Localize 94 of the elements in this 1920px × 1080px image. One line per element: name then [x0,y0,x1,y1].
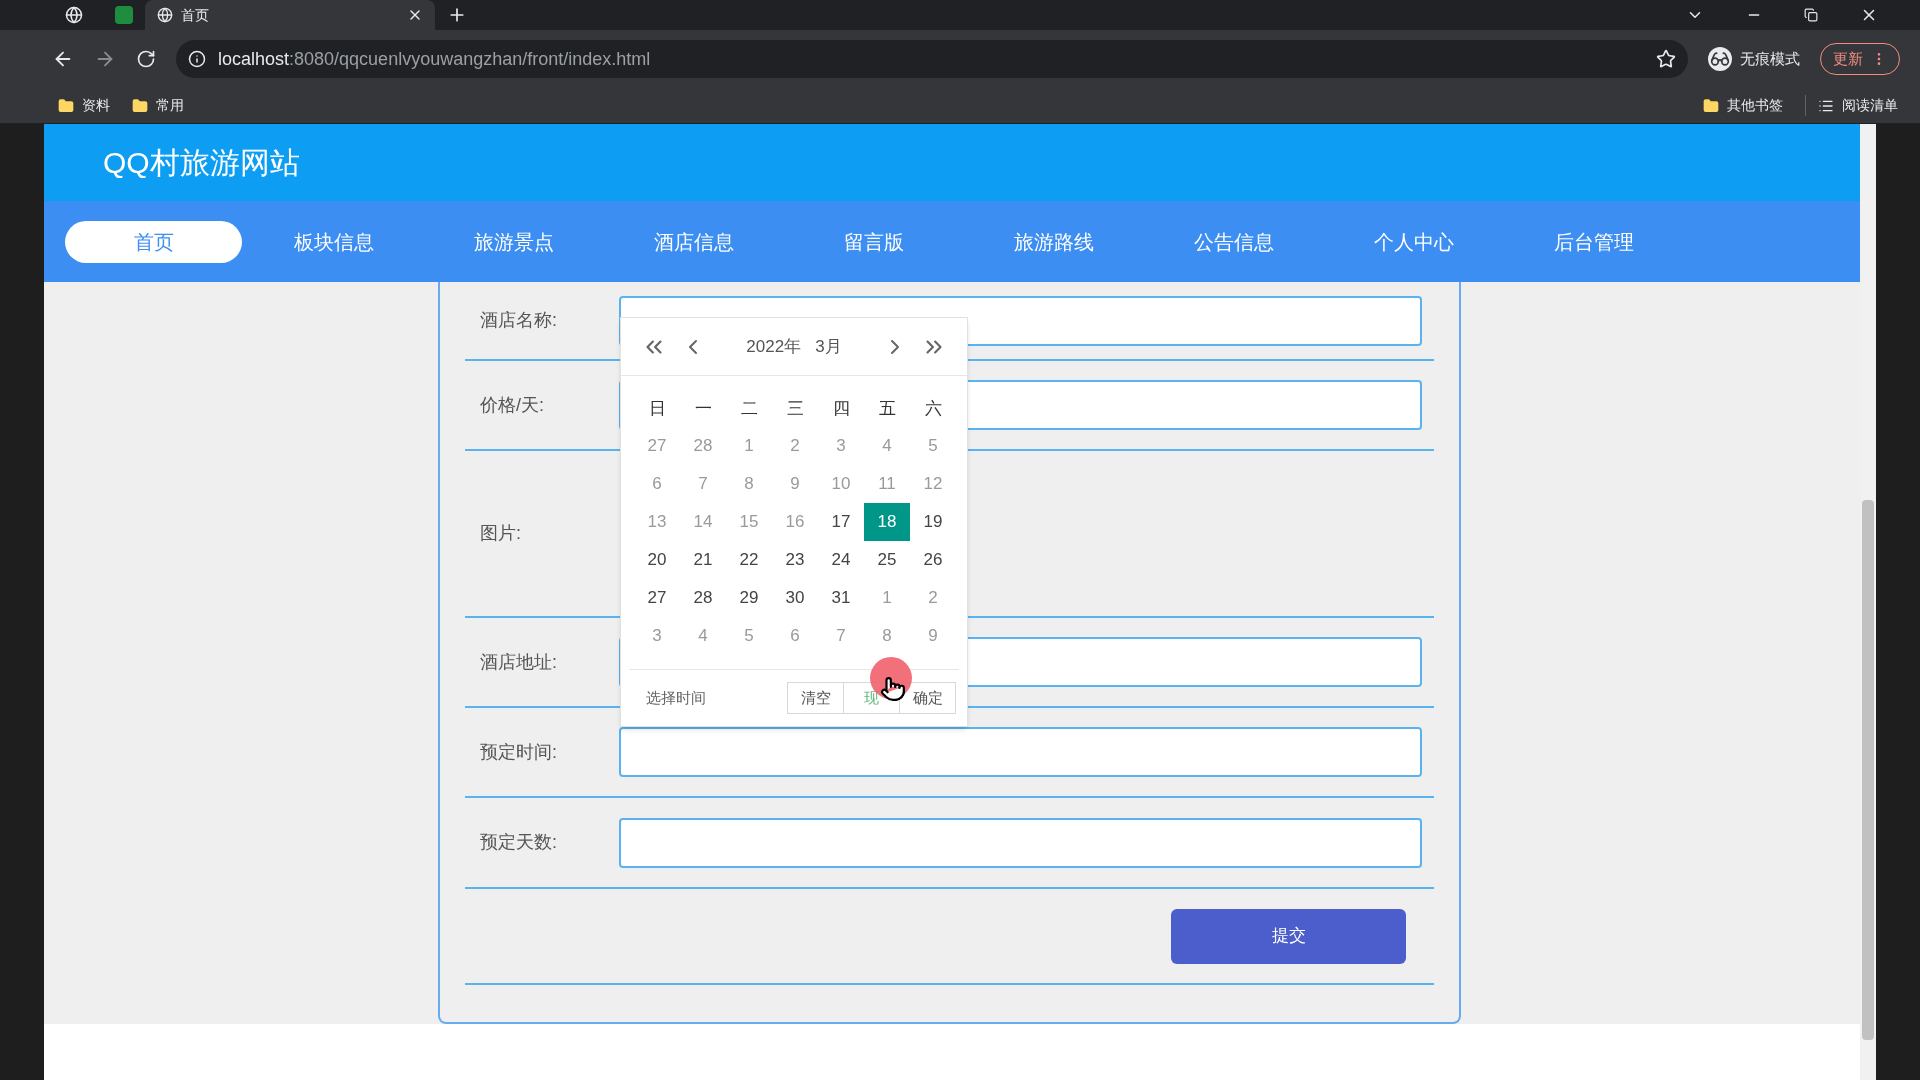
day-cell[interactable]: 28 [680,427,726,465]
bookmark-star-icon[interactable] [1656,49,1676,69]
info-icon [188,50,206,68]
hand-pointer-icon [880,676,906,702]
globe-icon [157,7,173,23]
nav-item[interactable]: 板块信息 [245,220,422,263]
field-label: 图片: [479,522,522,545]
day-cell[interactable]: 18 [864,503,910,541]
day-cell[interactable]: 14 [680,503,726,541]
text-field[interactable] [619,817,1422,868]
weekday-label: 日 [647,398,667,421]
site-title: QQ村旅游网站 [103,145,300,181]
folder-icon[interactable] [132,97,148,114]
day-cell[interactable]: 19 [910,503,956,541]
url-text: localhost:8080/qqcuenlvyouwangzhan/front/index.html [218,47,651,71]
reading-list-item[interactable]: 阅读清单 [1842,95,1898,116]
field-label: 预定天数: [479,831,558,854]
browser-tab[interactable]: 首页 [145,0,435,30]
day-cell[interactable]: 30 [772,579,818,617]
sheet-icon[interactable] [115,6,133,24]
profile-label[interactable]: 无痕模式 [1740,47,1800,71]
day-cell[interactable]: 26 [910,541,956,579]
weekday-label: 二 [739,398,759,421]
nav-item[interactable]: 留言版 [785,220,962,263]
day-cell[interactable]: 11 [864,465,910,503]
year-label[interactable]: 2022年 [746,333,802,360]
day-cell[interactable]: 1 [864,579,910,617]
nav-item[interactable]: 旅游景点 [425,220,602,263]
scrollbar[interactable] [1860,124,1876,1080]
day-cell[interactable]: 22 [726,541,772,579]
day-cell[interactable]: 31 [818,579,864,617]
day-cell[interactable]: 7 [818,617,864,655]
restore-icon[interactable] [1804,8,1818,22]
nav-item[interactable]: 后台管理 [1505,220,1682,263]
nav-item[interactable]: 公告信息 [1145,220,1322,263]
nav-item[interactable]: 旅游路线 [965,220,1142,263]
day-cell[interactable]: 21 [680,541,726,579]
day-cell[interactable]: 8 [726,465,772,503]
field-label: 预定时间: [479,740,558,764]
nav-item[interactable]: 个人中心 [1325,220,1502,263]
day-cell[interactable]: 2 [910,579,956,617]
day-cell[interactable]: 6 [634,465,680,503]
day-cell[interactable]: 9 [910,617,956,655]
address-bar[interactable]: localhost:8080/qqcuenlvyouwangzhan/front/index.html [176,40,1688,78]
footer-button[interactable]: 清空 [787,682,844,714]
day-cell[interactable]: 15 [726,503,772,541]
field-label: 酒店名称: [479,309,558,332]
day-cell[interactable]: 9 [772,465,818,503]
day-cell[interactable]: 12 [910,465,956,503]
field-label: 酒店地址: [479,650,558,674]
field-label: 价格/天: [479,393,545,417]
day-cell[interactable]: 5 [726,617,772,655]
day-cell[interactable]: 6 [772,617,818,655]
day-cell[interactable]: 25 [864,541,910,579]
day-cell[interactable]: 10 [818,465,864,503]
day-cell[interactable]: 24 [818,541,864,579]
day-cell[interactable]: 4 [864,427,910,465]
day-cell[interactable]: 13 [634,503,680,541]
weekday-label: 三 [785,398,805,421]
nav-item[interactable]: 酒店信息 [605,220,782,263]
weekday-label: 六 [923,398,943,421]
day-cell[interactable]: 23 [772,541,818,579]
folder-icon[interactable] [1703,97,1719,114]
day-cell[interactable]: 17 [818,503,864,541]
day-cell[interactable]: 27 [634,579,680,617]
day-cell[interactable]: 16 [772,503,818,541]
day-cell[interactable]: 20 [634,541,680,579]
day-cell[interactable]: 29 [726,579,772,617]
month-label[interactable]: 3月 [815,333,842,360]
incognito-icon [1708,47,1732,71]
day-cell[interactable]: 7 [680,465,726,503]
day-cell[interactable]: 4 [680,617,726,655]
weekday-label: 五 [877,398,897,421]
day-cell[interactable]: 3 [818,427,864,465]
globe-icon[interactable] [65,6,83,24]
nav-item[interactable]: 首页 [65,220,242,263]
reload-icon[interactable] [136,49,156,69]
weekday-label: 四 [831,398,851,421]
day-cell[interactable]: 3 [634,617,680,655]
submit-button[interactable]: 提交 [1171,908,1406,964]
select-time-link[interactable]: 选择时间 [646,686,788,710]
day-cell[interactable]: 2 [772,427,818,465]
bookmark-item[interactable]: 其他书签 [1727,95,1783,116]
text-field[interactable] [619,727,1422,777]
bookmark-item[interactable]: 资料 [82,95,110,116]
day-cell[interactable]: 5 [910,427,956,465]
weekday-label: 一 [693,398,713,421]
tab-title: 首页 [181,5,210,25]
folder-icon[interactable] [58,97,74,114]
day-cell[interactable]: 28 [680,579,726,617]
day-cell[interactable]: 27 [634,427,680,465]
day-cell[interactable]: 1 [726,427,772,465]
bookmark-item[interactable]: 常用 [156,95,184,116]
day-cell[interactable]: 8 [864,617,910,655]
